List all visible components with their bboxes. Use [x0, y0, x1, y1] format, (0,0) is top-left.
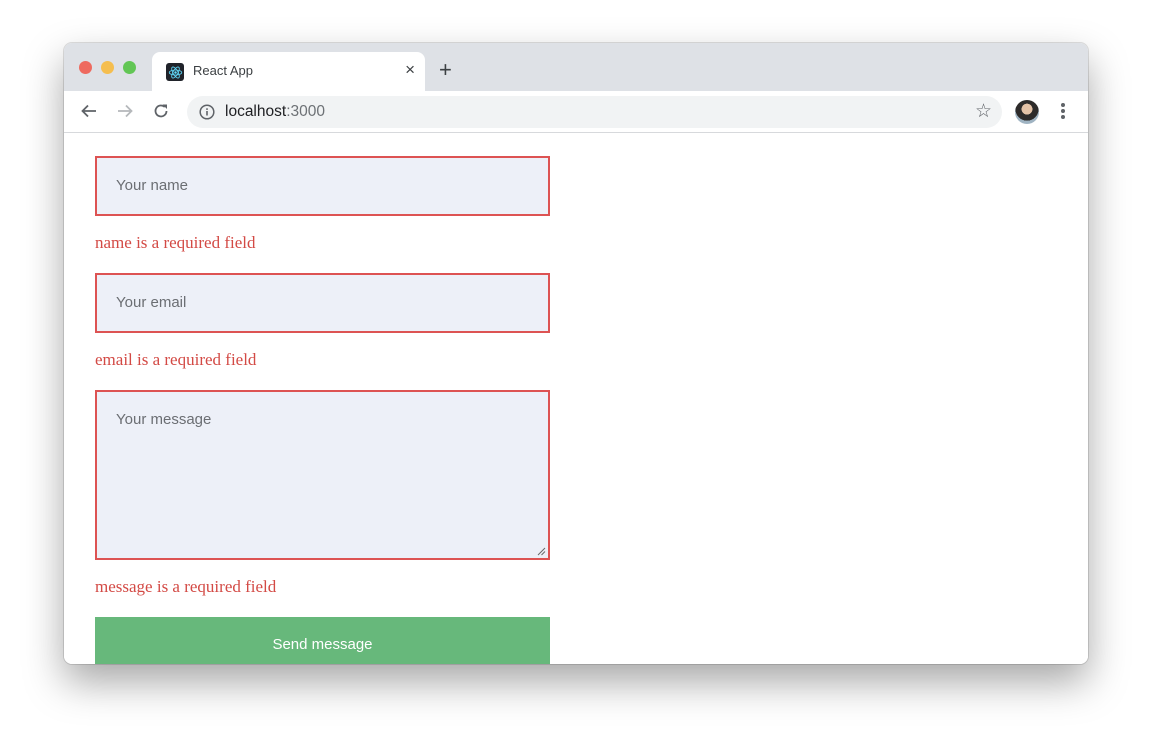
back-button[interactable]: [79, 101, 99, 121]
message-placeholder: Your message: [116, 411, 212, 428]
bookmark-star-icon[interactable]: ☆: [975, 102, 992, 122]
browser-toolbar: localhost:3000 ☆: [64, 91, 1088, 133]
page-content: Your name name is a required field Your …: [64, 133, 1088, 664]
email-input[interactable]: Your email: [95, 273, 550, 333]
name-error: name is a required field: [95, 233, 256, 252]
address-bar[interactable]: localhost:3000 ☆: [187, 96, 1002, 128]
name-input[interactable]: Your name: [95, 156, 550, 216]
send-message-button[interactable]: Send message: [95, 617, 550, 664]
profile-avatar[interactable]: [1015, 100, 1039, 124]
message-textarea[interactable]: Your message: [95, 390, 550, 560]
name-placeholder: Your name: [116, 177, 188, 194]
react-logo-icon: [166, 63, 184, 81]
resize-handle-icon[interactable]: [537, 547, 546, 556]
tab-strip: React App × +: [64, 43, 1088, 91]
email-placeholder: Your email: [116, 294, 187, 311]
reload-button[interactable]: [151, 101, 171, 121]
url-text: localhost:3000: [225, 103, 325, 121]
arrow-left-icon: [81, 104, 96, 118]
browser-window: React App × + localhost:3000 ☆ Your name…: [64, 43, 1088, 664]
arrow-right-icon: [118, 104, 133, 118]
minimize-window-button[interactable]: [101, 61, 114, 74]
tab-title: React App: [193, 63, 253, 78]
more-menu-icon[interactable]: [1059, 101, 1067, 123]
forward-button[interactable]: [115, 101, 135, 121]
url-port: :3000: [286, 103, 325, 120]
close-window-button[interactable]: [79, 61, 92, 74]
reload-icon: [154, 104, 168, 118]
url-host: localhost: [225, 103, 287, 120]
tab-react-app[interactable]: React App ×: [152, 52, 425, 91]
new-tab-button[interactable]: +: [439, 59, 452, 81]
email-error: email is a required field: [95, 350, 257, 369]
info-icon[interactable]: [199, 104, 215, 120]
zoom-window-button[interactable]: [123, 61, 136, 74]
close-icon[interactable]: ×: [405, 60, 415, 80]
message-error: message is a required field: [95, 577, 277, 596]
